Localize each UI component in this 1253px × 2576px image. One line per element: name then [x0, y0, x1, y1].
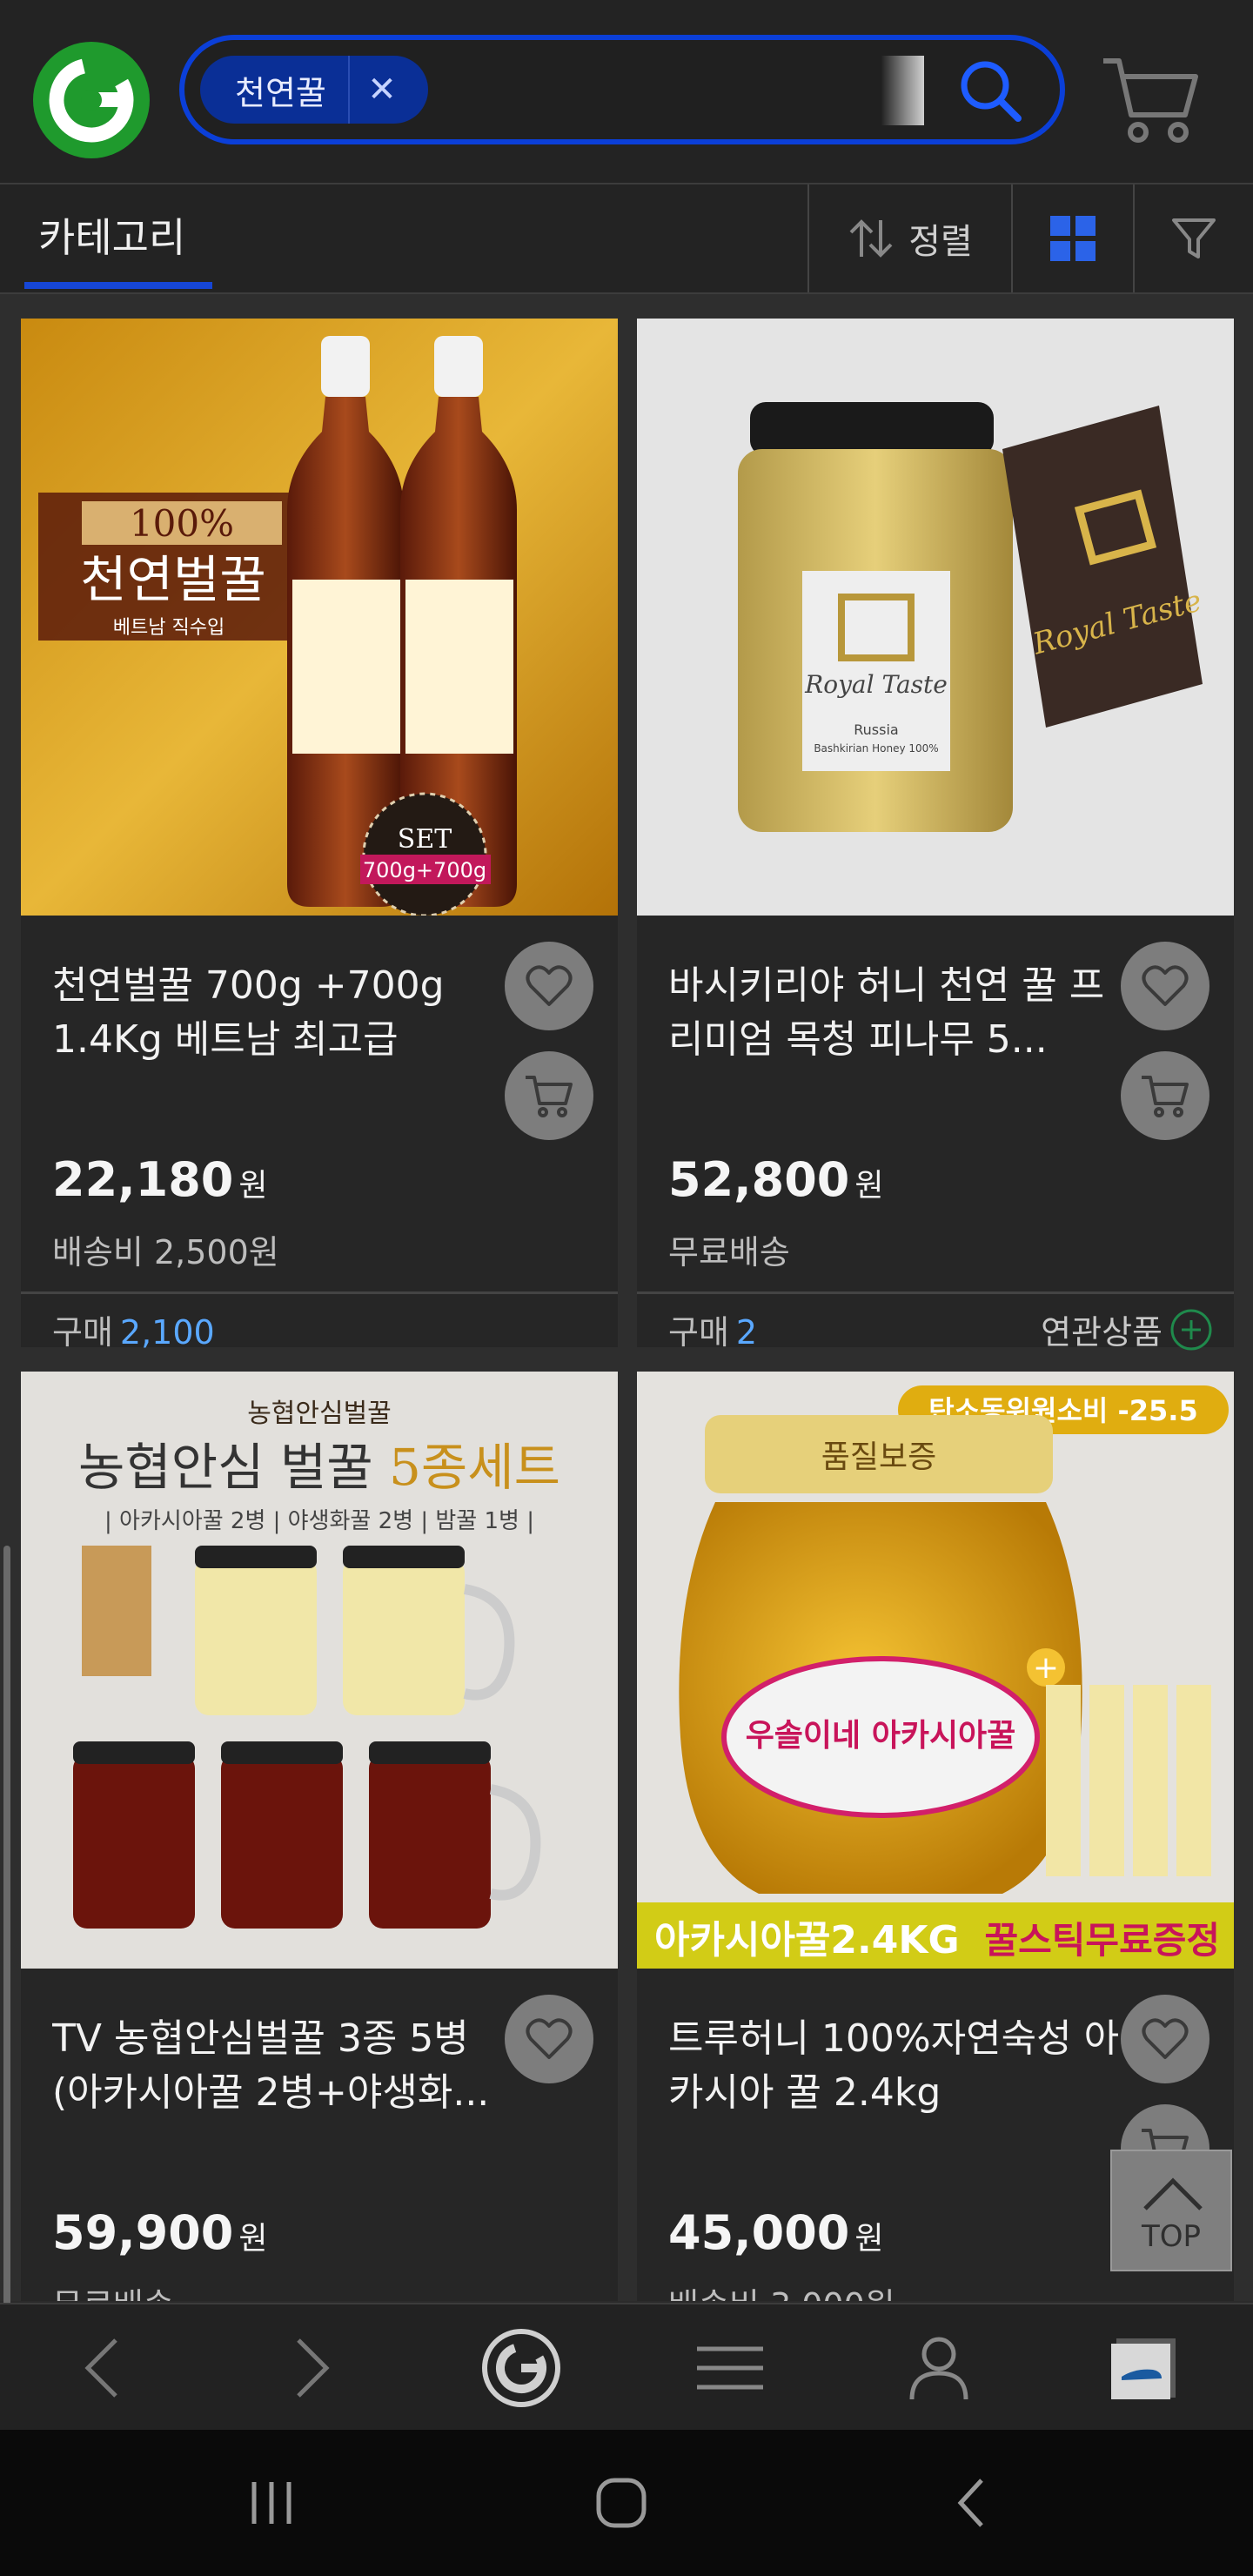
search-chip[interactable]: 천연꿀 ✕ [200, 56, 428, 124]
currency-label: 원 [238, 2221, 268, 2257]
image-text: 농협안심벌꿀 [247, 1399, 392, 1429]
image-text: 품질보증 [821, 1439, 936, 1475]
cart-icon[interactable] [1098, 50, 1203, 146]
image-text: 우솔이네 아카시아꿀 [746, 1718, 1016, 1754]
header: 천연꿀 ✕ [0, 0, 1253, 184]
gmarket-logo[interactable] [33, 42, 150, 158]
product-title[interactable]: 트루허니 100%자연숙성 아카시아 꿀 2.4kg [668, 2012, 1129, 2120]
recent-apps-icon[interactable] [202, 2430, 341, 2576]
divider [637, 1291, 1234, 1294]
image-text: 농협안심 벌꿀 [78, 1438, 389, 1497]
product-price: 59,900 원 [52, 2205, 268, 2260]
grid-view-button[interactable] [1013, 184, 1133, 292]
currency-label: 원 [238, 1168, 268, 1204]
image-text: 꿀스틱무료증정 [985, 1919, 1220, 1962]
search-chip-label: 천연꿀 [235, 73, 326, 112]
product-image[interactable]: 탄소동위원소비 -25.5 품질보증 우솔이네 아카시아꿀 + 아카시아꿀2.4… [637, 1372, 1234, 1969]
shipping-info: 배송비 3,000원 [668, 2278, 895, 2301]
product-image[interactable]: Royal Taste Russia Bashkirian Honey 100%… [637, 319, 1234, 916]
divider [21, 1291, 618, 1294]
home-icon[interactable] [552, 2430, 691, 2576]
image-text: 천연벌꿀 [80, 550, 265, 609]
product-card[interactable]: 100% 천연벌꿀 베트남 직수입 SET 700g+700g 천연벌꿀 700… [21, 319, 618, 1352]
bottom-navigation [0, 2303, 1253, 2432]
svg-text:+: + [1033, 1650, 1059, 1686]
home-g-icon[interactable] [456, 2304, 586, 2432]
product-card[interactable]: 농협안심벌꿀 농협안심 벌꿀 5종세트 | 아카시아꿀 2병 | 야생화꿀 2병… [21, 1372, 618, 2301]
purchase-count-value: 2 [735, 1313, 758, 1352]
sort-arrows-icon [849, 219, 893, 258]
currency-label: 원 [854, 2221, 884, 2257]
shipping-info: 무료배송 [668, 1233, 790, 1271]
price-value: 52,800 [668, 1152, 850, 1207]
product-title[interactable]: 바시키리야 허니 천연 꿀 프리미엄 목청 피나무 5... [668, 959, 1129, 1067]
purchase-count: 구매 2,100 [52, 1305, 215, 1353]
image-text: Russia [854, 721, 898, 738]
image-text: 아카시아꿀2.4KG [654, 1918, 960, 1962]
image-text: 베트남 직수입 [113, 617, 224, 639]
back-icon[interactable] [37, 2304, 167, 2432]
image-text: 5종세트 [389, 1438, 560, 1497]
image-text: 농협안심 벌꿀 5종세트 [78, 1438, 560, 1497]
price-value: 22,180 [52, 1152, 234, 1207]
currency-label: 원 [854, 1168, 884, 1204]
image-text: 100% [130, 502, 234, 545]
image-text: SET [398, 824, 452, 855]
product-price: 45,000 원 [668, 2205, 884, 2260]
purchase-count-value: 2,100 [119, 1313, 215, 1352]
search-bar[interactable]: 천연꿀 ✕ [179, 35, 1065, 144]
scroll-to-top-button[interactable]: TOP [1110, 2150, 1232, 2271]
chevron-up-icon [1143, 2177, 1203, 2210]
sort-label: 정렬 [908, 222, 973, 262]
add-to-cart-icon[interactable] [1121, 1051, 1209, 1140]
product-title[interactable]: 천연벌꿀 700g +700g 1.4Kg 베트남 최고급 [52, 959, 513, 1067]
text-cursor [881, 56, 924, 125]
top-label: TOP [1141, 2219, 1202, 2254]
related-products-label: 연관상품 [1041, 1313, 1163, 1352]
tab-active-indicator [24, 282, 212, 289]
menu-icon[interactable] [665, 2304, 795, 2432]
wishlist-heart-icon[interactable] [1121, 1995, 1209, 2083]
product-image[interactable]: 100% 천연벌꿀 베트남 직수입 SET 700g+700g [21, 319, 618, 916]
grid-view-icon [1050, 216, 1096, 261]
system-navigation-bar [0, 2430, 1253, 2576]
my-page-icon[interactable] [874, 2304, 1004, 2432]
sort-button[interactable]: 정렬 [809, 184, 1011, 292]
image-text: Bashkirian Honey 100% [814, 742, 938, 755]
price-value: 59,900 [52, 2205, 234, 2260]
close-icon[interactable]: ✕ [350, 70, 414, 110]
add-to-cart-icon[interactable] [505, 1051, 593, 1140]
price-value: 45,000 [668, 2205, 850, 2260]
purchase-label: 구매 [52, 1313, 113, 1352]
product-price: 52,800 원 [668, 1152, 884, 1207]
purchase-label: 구매 [668, 1313, 729, 1352]
wishlist-heart-icon[interactable] [505, 1995, 593, 2083]
image-text: | 아카시아꿀 2병 | 야생화꿀 2병 | 밤꿀 1병 | [104, 1508, 534, 1534]
recent-item-thumbnail[interactable] [1077, 2304, 1208, 2432]
shipping-info: 무료배송 [52, 2278, 174, 2301]
filter-icon [1172, 218, 1216, 258]
wishlist-heart-icon[interactable] [505, 942, 593, 1030]
purchase-count: 구매 2 [668, 1305, 757, 1353]
back-icon[interactable] [901, 2430, 1041, 2576]
scrollbar[interactable] [3, 1546, 10, 2398]
product-card[interactable]: Royal Taste Russia Bashkirian Honey 100%… [637, 319, 1234, 1352]
image-text: Royal Taste [804, 670, 948, 699]
filter-bar: 카테고리 정렬 [0, 184, 1253, 294]
forward-icon[interactable] [247, 2304, 378, 2432]
shipping-info: 배송비 2,500원 [52, 1233, 279, 1271]
image-text: 700g+700g [363, 858, 486, 882]
related-products-button[interactable]: 연관상품 [1041, 1305, 1213, 1353]
plus-circle-icon [1170, 1309, 1212, 1350]
product-title[interactable]: TV 농협안심벌꿀 3종 5병(아카시아꿀 2병+야생화... [52, 2012, 513, 2120]
product-image[interactable]: 농협안심벌꿀 농협안심 벌꿀 5종세트 | 아카시아꿀 2병 | 야생화꿀 2병… [21, 1372, 618, 1969]
product-list[interactable]: 100% 천연벌꿀 베트남 직수입 SET 700g+700g 천연벌꿀 700… [0, 294, 1253, 2301]
product-price: 22,180 원 [52, 1152, 268, 1207]
search-icon[interactable] [954, 54, 1029, 129]
filter-button[interactable] [1135, 184, 1253, 292]
tab-category[interactable]: 카테고리 [38, 184, 185, 291]
wishlist-heart-icon[interactable] [1121, 942, 1209, 1030]
